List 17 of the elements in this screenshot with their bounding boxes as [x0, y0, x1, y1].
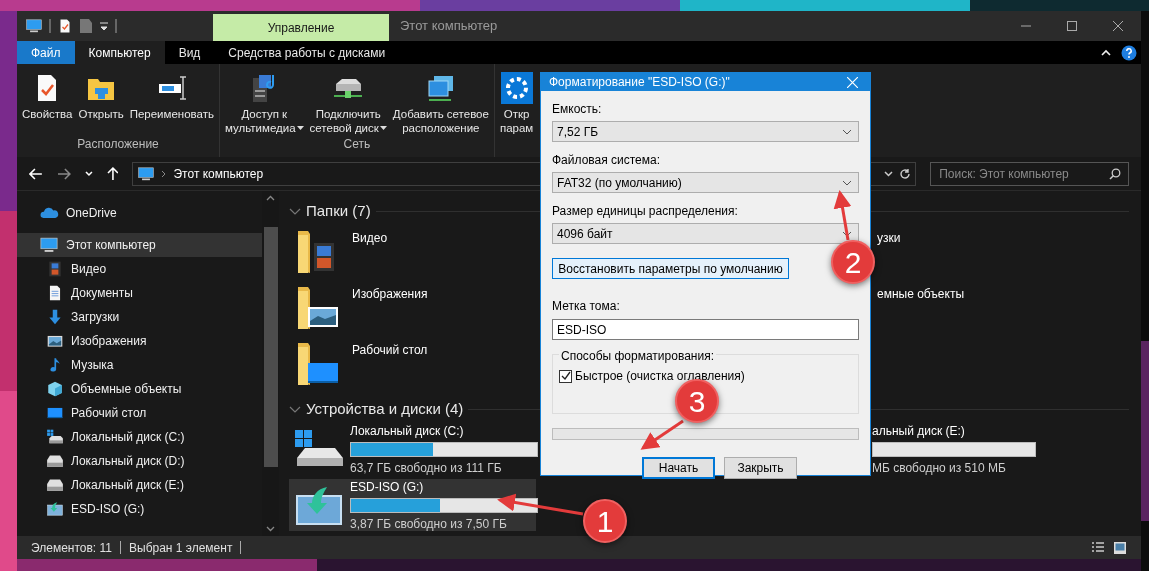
group-label: Расположение — [76, 136, 160, 153]
field-label: Емкость: — [552, 101, 603, 118]
drive-name: ESD-ISO (G:) — [350, 478, 425, 496]
drive-name: альный диск (E:) — [872, 422, 966, 440]
free-space-text: 63,7 ГБ свободно из 111 ГБ — [350, 459, 503, 477]
group-label: Сеть — [342, 136, 372, 153]
field-label: Размер единицы распределения: — [552, 203, 739, 220]
free-space-text: МБ свободно из 510 МБ — [872, 459, 1007, 477]
group-title: Способы форматирования: — [559, 347, 716, 365]
field-label: Метка тома: — [552, 298, 621, 315]
free-space-text: 3,87 ГБ свободно из 7,50 ГБ — [350, 515, 508, 533]
status-text: Элементов: 11 — [31, 539, 112, 557]
context-tab-header: Управление — [213, 14, 389, 41]
dialog-title: Форматирование "ESD-ISO (G:)" — [549, 74, 730, 91]
status-text: Выбран 1 элемент — [129, 539, 233, 557]
window-title: Этот компьютер — [399, 17, 498, 36]
drive-name: Локальный диск (C:) — [350, 422, 465, 440]
